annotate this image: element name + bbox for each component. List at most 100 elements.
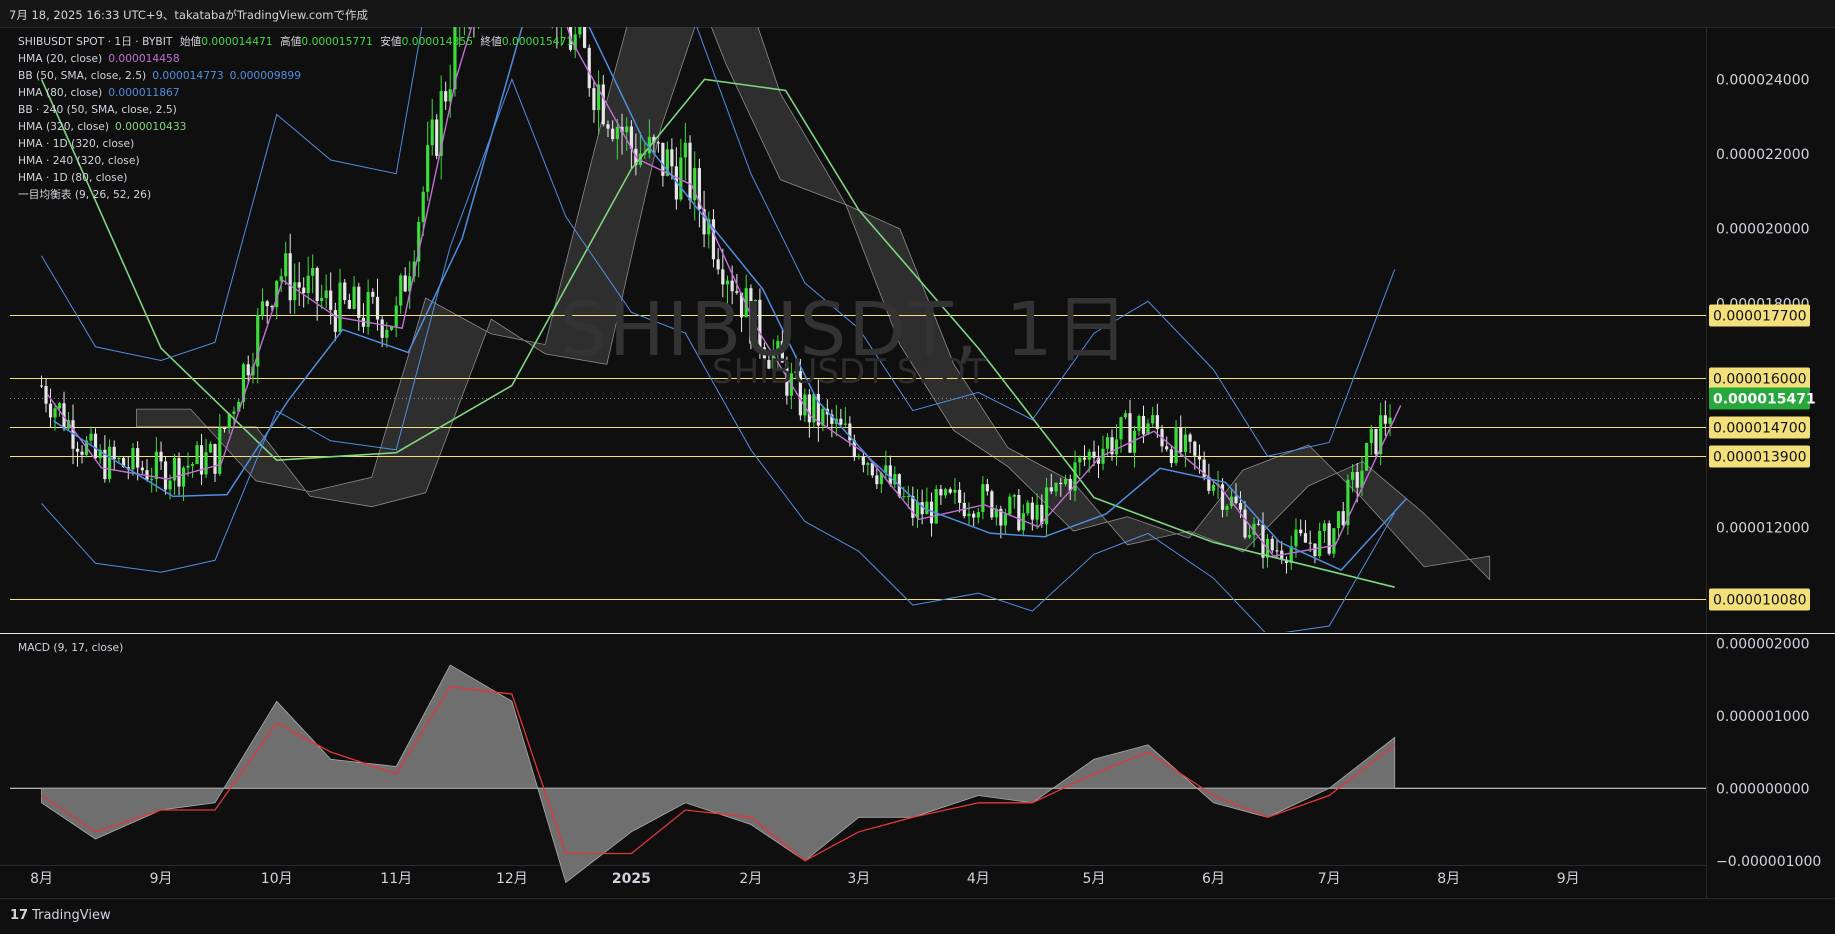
candle-body	[875, 475, 879, 485]
candle-body	[1179, 427, 1183, 452]
legend-title-row[interactable]: SHIBUSDT SPOT · 1日 · BYBIT 始値0.000014471…	[18, 33, 573, 50]
candle-body	[57, 403, 62, 409]
candle-body	[1078, 457, 1082, 463]
candle-body	[564, 0, 567, 22]
level-price-label: 0.000017700	[1713, 309, 1807, 325]
tradingview-logo[interactable]: 17 TradingView	[10, 908, 111, 923]
candle-body	[357, 286, 361, 318]
candle-body	[375, 296, 380, 320]
legend-hma320[interactable]: HMA (320, close) 0.000010433	[18, 118, 573, 135]
candle-body	[1350, 472, 1355, 480]
candle-body	[394, 305, 398, 327]
macd-tick-label: 0.000000000	[1716, 781, 1810, 797]
macd-tick-label: 0.000002000	[1716, 636, 1810, 652]
candle-body	[329, 290, 333, 311]
candle-body	[1128, 413, 1132, 453]
time-tick-label: 9月	[1557, 871, 1580, 887]
time-tick-label: 7月	[1318, 871, 1341, 887]
candle-body	[981, 484, 985, 513]
candle-body	[656, 142, 660, 144]
indicator-legend: SHIBUSDT SPOT · 1日 · BYBIT 始値0.000014471…	[18, 33, 573, 203]
candle-body	[204, 452, 208, 475]
candle-body	[1308, 542, 1312, 544]
candle-body	[302, 287, 306, 294]
time-tick-label: 3月	[847, 871, 870, 887]
candle-body	[839, 418, 843, 425]
candle-body	[1383, 415, 1387, 424]
candle-body	[399, 275, 403, 306]
candle-body	[1003, 514, 1007, 526]
candle-body	[218, 427, 222, 474]
candle-body	[163, 461, 168, 490]
candle-body	[265, 301, 269, 307]
candle-body	[1211, 484, 1216, 491]
candle-body	[181, 467, 186, 487]
legend-bb[interactable]: BB (50, SMA, close, 2.5) 0.000014773 0.000…	[18, 67, 573, 84]
candle-body	[168, 480, 172, 490]
tradingview-logo-icon: 17	[10, 908, 29, 923]
candle-body	[385, 329, 389, 338]
time-tick-label: 8月	[30, 871, 53, 887]
candle-body	[794, 371, 798, 374]
legend-ichimoku[interactable]: 一目均衡表 (9, 26, 52, 26)	[18, 186, 573, 203]
candle-body	[284, 253, 288, 277]
macd-legend[interactable]: MACD (9, 17, close)	[18, 641, 123, 654]
candle-body	[213, 444, 217, 474]
candle-body	[578, 27, 582, 35]
candle-body	[670, 149, 674, 167]
candle-body	[1165, 446, 1169, 450]
candle-body	[1012, 494, 1016, 497]
legend-hma20[interactable]: HMA (20, close) 0.000014458	[18, 50, 573, 67]
candle-body	[866, 463, 870, 465]
time-tick-label: 10月	[261, 871, 293, 887]
price-tick-label: 0.000012000	[1716, 520, 1810, 536]
price-tick-label: 0.000024000	[1716, 72, 1810, 88]
legend-hma-1d-320[interactable]: HMA · 1D (320, close)	[18, 135, 573, 152]
time-tick-label: 4月	[967, 871, 990, 887]
candle-body	[472, 13, 475, 14]
time-tick-label: 5月	[1083, 871, 1106, 887]
candle-body	[1105, 437, 1110, 449]
candle-body	[762, 347, 766, 361]
candle-body	[380, 319, 384, 338]
candle-body	[1030, 502, 1034, 520]
legend-ohlc-low: 安値0.000014355	[380, 35, 474, 48]
candle-body	[857, 456, 861, 458]
candle-body	[1318, 530, 1322, 557]
candle-body	[136, 448, 140, 468]
legend-hma-1d-80[interactable]: HMA · 1D (80, close)	[18, 169, 573, 186]
candle-body	[352, 286, 356, 309]
time-tick-label: 9月	[150, 871, 173, 887]
legend-ohlc-close: 終値0.000015471	[480, 35, 574, 48]
candle-body	[232, 411, 236, 414]
candle-body	[611, 128, 615, 140]
legend-hma80[interactable]: HMA (80, close) 0.000011867	[18, 84, 573, 101]
footer-bar: 17 TradingView	[0, 898, 1835, 934]
candle-body	[320, 297, 324, 301]
candle-body	[140, 467, 144, 471]
candle-body	[972, 513, 976, 518]
candle-body	[1327, 523, 1331, 554]
candle-body	[1374, 428, 1378, 455]
candle-body	[463, 0, 466, 26]
candle-body	[1341, 511, 1345, 526]
legend-bb240[interactable]: BB · 240 (50, SMA, close, 2.5)	[18, 101, 573, 118]
candle-body	[477, 0, 480, 14]
candle-body	[934, 489, 938, 524]
candle-body	[711, 219, 716, 260]
candle-body	[606, 124, 610, 129]
candle-body	[403, 275, 407, 292]
legend-ohlc-high: 高値0.000015771	[280, 35, 373, 48]
time-tick-label: 12月	[496, 871, 528, 887]
candle-body	[117, 457, 121, 460]
candle-body	[1247, 534, 1252, 538]
candle-body	[1114, 439, 1119, 455]
candle-body	[985, 484, 989, 492]
candle-body	[260, 301, 265, 315]
macd-tick-label: −0.000001000	[1716, 854, 1821, 870]
candle-body	[1289, 546, 1293, 563]
legend-symbol: SHIBUSDT SPOT · 1日 · BYBIT	[18, 35, 173, 48]
candle-body	[222, 427, 227, 429]
legend-hma-240-320[interactable]: HMA · 240 (320, close)	[18, 152, 573, 169]
level-price-label: 0.000016000	[1713, 372, 1807, 388]
